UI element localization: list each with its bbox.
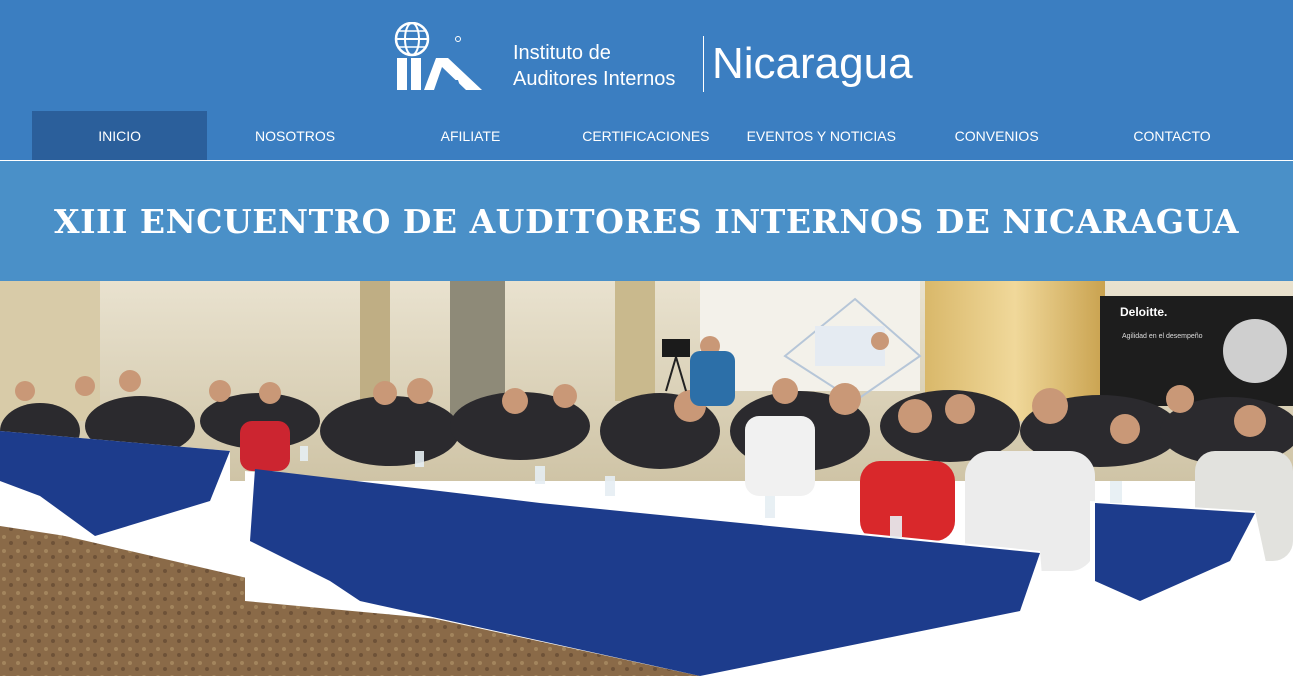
conference-photo-illustration: Deloitte. Agilidad en el desempeño: [0, 281, 1293, 676]
nav-item-convenios[interactable]: CONVENIOS: [909, 111, 1084, 160]
event-photo: Deloitte. Agilidad en el desempeño: [0, 281, 1293, 676]
main-nav: INICIO NOSOTROS AFILIATE CERTIFICACIONES…: [32, 111, 1260, 160]
iia-logo[interactable]: [392, 22, 484, 92]
country-name: Nicaragua: [712, 39, 913, 88]
header-divider: [703, 36, 704, 92]
org-name: Instituto de Auditores Internos: [513, 40, 675, 92]
nav-item-contacto[interactable]: CONTACTO: [1084, 111, 1259, 160]
nav-item-afiliate[interactable]: AFILIATE: [383, 111, 558, 160]
org-name-line1: Instituto de: [513, 42, 611, 64]
iia-globe-logo-icon: [394, 22, 482, 90]
nav-item-inicio[interactable]: INICIO: [32, 111, 208, 160]
sponsor-tagline: Agilidad en el desempeño: [1122, 333, 1203, 340]
nav-item-nosotros[interactable]: NOSOTROS: [207, 111, 382, 160]
event-banner: XIII ENCUENTRO DE AUDITORES INTERNOS DE …: [0, 161, 1293, 281]
org-name-line2: Auditores Internos: [513, 68, 676, 90]
banner-title: XIII ENCUENTRO DE AUDITORES INTERNOS DE …: [54, 201, 1239, 241]
nav-item-certificaciones[interactable]: CERTIFICACIONES: [558, 111, 733, 160]
nav-item-eventos-y-noticias[interactable]: EVENTOS Y NOTICIAS: [734, 111, 909, 160]
site-header: Instituto de Auditores Internos Nicaragu…: [0, 0, 1293, 160]
sponsor-logo-text: Deloitte.: [1120, 305, 1167, 319]
